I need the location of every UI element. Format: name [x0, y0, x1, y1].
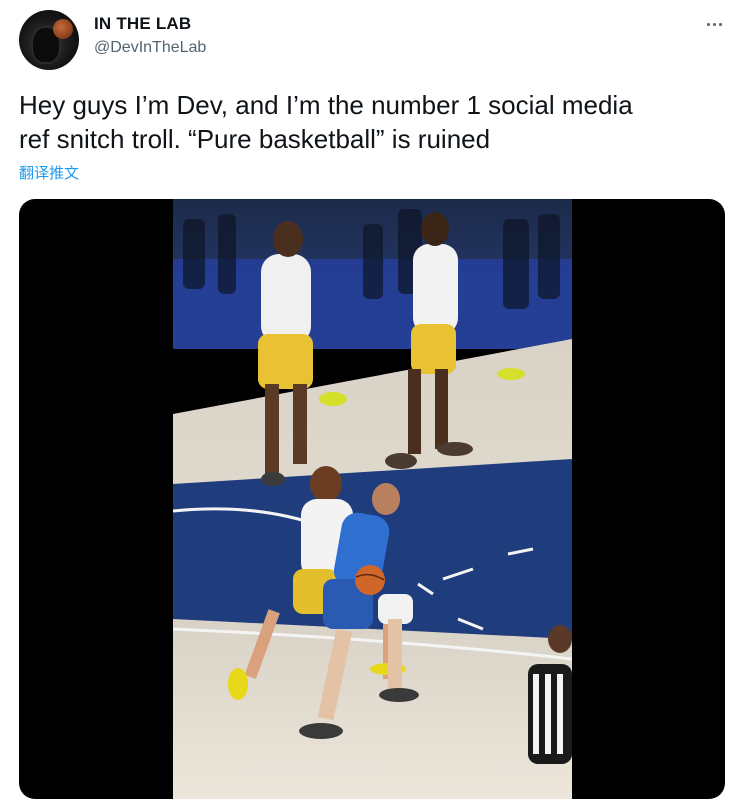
more-horizontal-icon[interactable]: [700, 12, 728, 36]
basketball-video-frame: [173, 199, 572, 799]
user-handle[interactable]: @DevInTheLab: [94, 39, 206, 57]
translate-tweet-link[interactable]: 翻译推文: [19, 162, 79, 183]
tweet-text-line: ref snitch troll. “Pure basketball” is r…: [19, 124, 491, 154]
more-dot: [712, 22, 716, 26]
avatar-basketball-icon: [53, 19, 73, 39]
avatar[interactable]: [19, 10, 79, 70]
display-name[interactable]: IN THE LAB: [94, 14, 191, 34]
tweet-video[interactable]: [19, 199, 725, 799]
more-dot: [718, 22, 722, 26]
tweet-text: Hey guys I’m Dev, and I’m the number 1 s…: [19, 88, 719, 156]
video-frame: [173, 199, 572, 799]
tweet-text-line: Hey guys I’m Dev, and I’m the number 1 s…: [19, 90, 633, 120]
tweet-card[interactable]: IN THE LAB @DevInTheLab Hey guys I’m Dev…: [0, 0, 745, 799]
more-dot: [706, 22, 710, 26]
